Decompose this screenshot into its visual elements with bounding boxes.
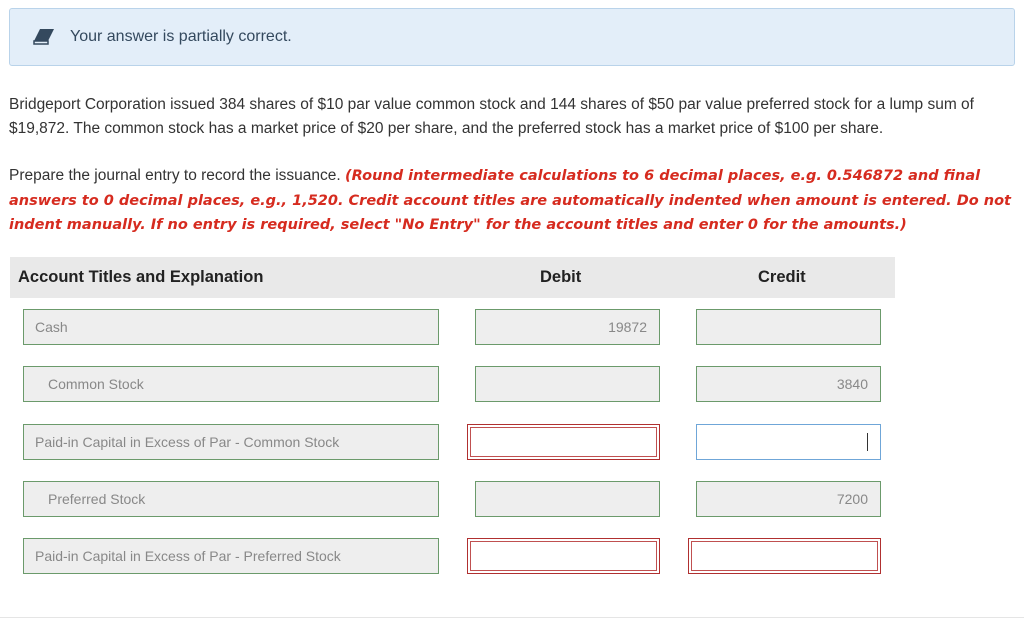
credit-input[interactable] <box>688 538 881 574</box>
account-title-input[interactable]: Common Stock <box>23 366 439 402</box>
eraser-icon <box>32 27 56 47</box>
header-debit: Debit <box>540 268 582 286</box>
credit-input[interactable]: 3840 <box>696 366 881 402</box>
instructions: Prepare the journal entry to record the … <box>9 164 1015 238</box>
problem-statement: Bridgeport Corporation issued 384 shares… <box>9 96 974 137</box>
instructions-lead: Prepare the journal entry to record the … <box>9 167 341 184</box>
account-title-input[interactable]: Paid-in Capital in Excess of Par - Prefe… <box>23 538 439 574</box>
credit-input[interactable]: 7200 <box>696 481 881 517</box>
debit-input[interactable]: 19872 <box>475 309 660 345</box>
debit-input[interactable] <box>475 481 660 517</box>
header-account: Account Titles and Explanation <box>18 268 264 286</box>
text-cursor <box>867 433 868 451</box>
journal-table-header: Account Titles and Explanation Debit Cre… <box>10 257 895 298</box>
header-credit: Credit <box>758 268 806 286</box>
divider <box>0 617 1024 618</box>
account-title-input[interactable]: Cash <box>23 309 439 345</box>
feedback-message: Your answer is partially correct. <box>70 28 292 45</box>
feedback-banner: Your answer is partially correct. <box>9 8 1015 66</box>
account-title-input[interactable]: Paid-in Capital in Excess of Par - Commo… <box>23 424 439 460</box>
debit-input[interactable] <box>475 366 660 402</box>
credit-input[interactable] <box>696 309 881 345</box>
account-title-input[interactable]: Preferred Stock <box>23 481 439 517</box>
debit-input[interactable] <box>467 538 660 574</box>
debit-input[interactable] <box>467 424 660 460</box>
credit-input[interactable] <box>696 424 881 460</box>
